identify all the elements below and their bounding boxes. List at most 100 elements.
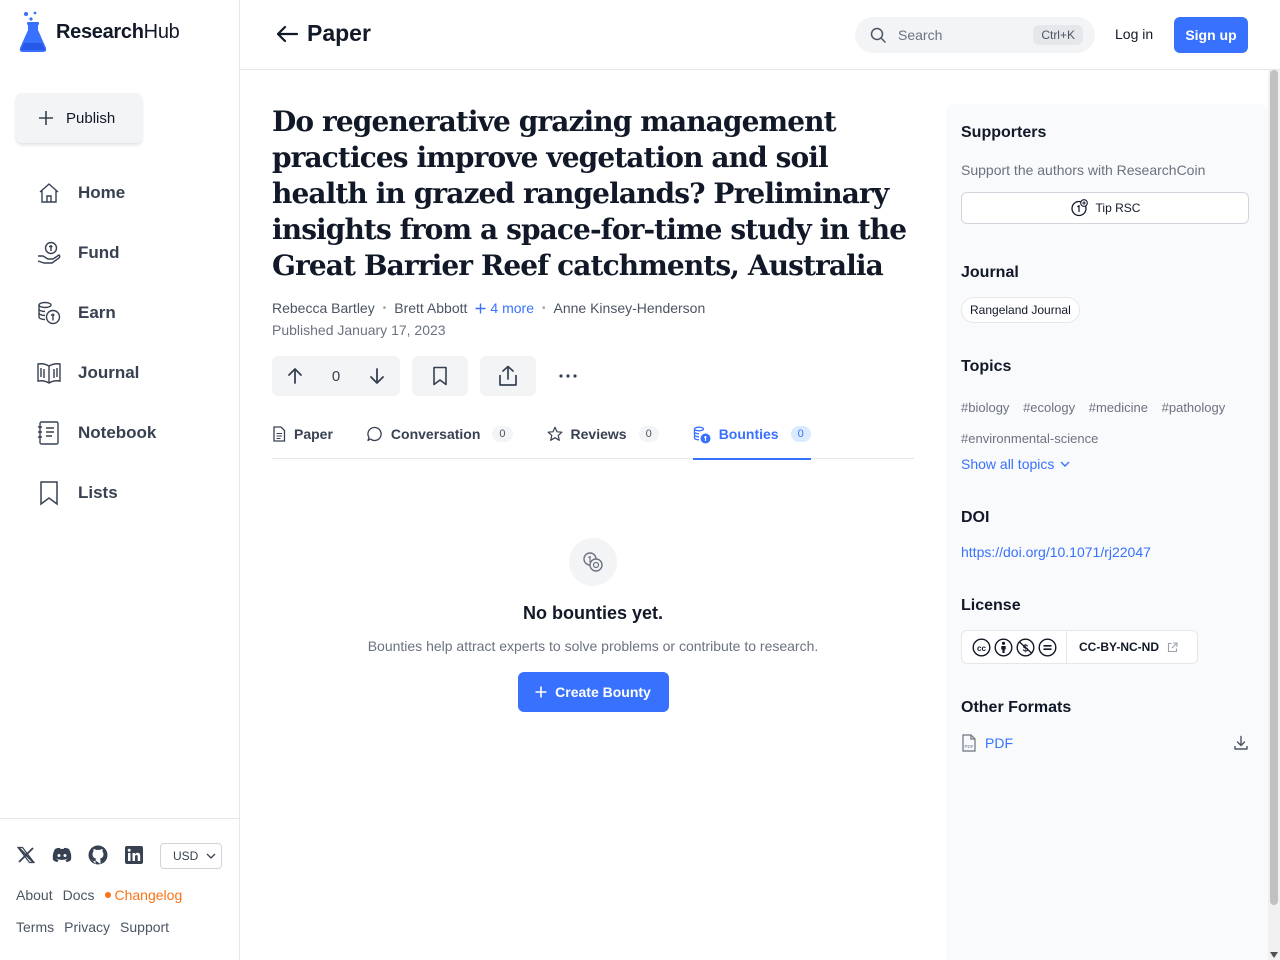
tab-label: Bounties bbox=[718, 426, 779, 442]
empty-description: Bounties help attract experts to solve p… bbox=[367, 638, 819, 654]
separator-dot: • bbox=[382, 302, 387, 314]
scrollbar-thumb[interactable] bbox=[1270, 70, 1278, 905]
pdf-label: PDF bbox=[985, 735, 1013, 751]
publish-button[interactable]: Publish bbox=[16, 93, 142, 143]
author-name[interactable]: Brett Abbott bbox=[394, 300, 467, 316]
logo[interactable]: ResearchHub bbox=[18, 10, 180, 54]
vote-count: 0 bbox=[331, 367, 341, 385]
nav-item-lists[interactable]: Lists bbox=[0, 463, 239, 523]
login-button[interactable]: Log in bbox=[1115, 26, 1153, 42]
topic-tag[interactable]: #biology bbox=[961, 400, 1009, 415]
show-topics-label: Show all topics bbox=[961, 456, 1055, 472]
about-link[interactable]: About bbox=[16, 887, 53, 903]
doi-link[interactable]: https://doi.org/10.1071/rj22047 bbox=[961, 544, 1151, 560]
topic-tag[interactable]: #environmental-science bbox=[961, 431, 1098, 446]
bounty-coins-icon bbox=[693, 426, 711, 444]
create-bounty-button[interactable]: Create Bounty bbox=[517, 672, 669, 712]
search-placeholder: Search bbox=[898, 27, 943, 43]
fund-icon bbox=[36, 240, 62, 266]
document-icon bbox=[272, 426, 286, 442]
svg-text:$: $ bbox=[1022, 643, 1028, 654]
supporters-text: Support the authors with ResearchCoin bbox=[961, 162, 1206, 178]
changelog-link[interactable]: Changelog bbox=[104, 887, 182, 903]
journal-badge[interactable]: Rangeland Journal bbox=[961, 297, 1080, 323]
sidebar-footer: USD About Docs Changelog Terms Privacy S… bbox=[0, 818, 239, 935]
nav-item-notebook[interactable]: Notebook bbox=[0, 403, 239, 463]
topic-tag[interactable]: #ecology bbox=[1023, 400, 1075, 415]
plus-icon bbox=[475, 303, 486, 314]
more-authors-button[interactable]: 4 more bbox=[475, 300, 534, 316]
topic-tag[interactable]: #medicine bbox=[1089, 400, 1148, 415]
nav-item-home[interactable]: Home bbox=[0, 163, 239, 223]
paper-title: Do regenerative grazing management pract… bbox=[272, 105, 907, 282]
nav-label-home: Home bbox=[78, 183, 126, 202]
share-button[interactable] bbox=[480, 356, 536, 396]
page-scrollbar[interactable] bbox=[1268, 70, 1280, 960]
github-icon[interactable] bbox=[88, 845, 108, 865]
nav-item-earn[interactable]: Earn bbox=[0, 283, 239, 343]
tip-rsc-label: Tip RSC bbox=[1095, 201, 1141, 215]
tab-paper[interactable]: Paper bbox=[272, 426, 333, 459]
nav-item-fund[interactable]: Fund bbox=[0, 223, 239, 283]
license-heading: License bbox=[961, 597, 1021, 614]
topic-tag[interactable]: #pathology bbox=[1162, 400, 1226, 415]
tab-conversation[interactable]: Conversation 0 bbox=[367, 426, 513, 459]
nav-label-earn: Earn bbox=[78, 303, 116, 322]
plus-icon bbox=[535, 686, 547, 698]
nav-item-journal[interactable]: Journal bbox=[0, 343, 239, 403]
pdf-link[interactable]: PDF PDF bbox=[961, 734, 1013, 752]
tab-reviews[interactable]: Reviews 0 bbox=[547, 426, 659, 459]
paper-tabs: Paper Conversation 0 Reviews 0 Bounties … bbox=[272, 426, 914, 460]
logo-text: ResearchHub bbox=[56, 20, 180, 43]
arrow-down-icon[interactable] bbox=[368, 367, 386, 385]
publish-label: Publish bbox=[66, 109, 116, 127]
coin-plus-icon bbox=[1070, 199, 1088, 217]
save-bookmark-button[interactable] bbox=[412, 356, 468, 396]
tab-label: Conversation bbox=[390, 426, 481, 442]
terms-link[interactable]: Terms bbox=[16, 919, 54, 935]
author-name[interactable]: Anne Kinsey-Henderson bbox=[554, 300, 706, 316]
privacy-link[interactable]: Privacy bbox=[64, 919, 110, 935]
linkedin-icon[interactable] bbox=[124, 845, 144, 865]
tip-rsc-button[interactable]: Tip RSC bbox=[961, 192, 1249, 224]
show-all-topics-button[interactable]: Show all topics bbox=[961, 456, 1070, 472]
nav-label-lists: Lists bbox=[78, 483, 118, 502]
pdf-download-row[interactable]: PDF PDF bbox=[961, 734, 1249, 752]
x-twitter-icon[interactable] bbox=[16, 845, 36, 865]
search-shortcut: Ctrl+K bbox=[1033, 25, 1083, 45]
currency-select[interactable]: USD bbox=[160, 843, 222, 869]
topic-list: #biology #ecology #medicine #pathology #… bbox=[961, 392, 1249, 454]
speech-bubble-icon bbox=[367, 426, 383, 442]
tab-bounties[interactable]: Bounties 0 bbox=[692, 426, 811, 460]
vote-control: 0 bbox=[272, 356, 400, 396]
create-bounty-label: Create Bounty bbox=[555, 684, 651, 700]
license-badge[interactable]: cc $ CC-BY-NC-ND bbox=[961, 630, 1198, 664]
chevron-down-icon bbox=[206, 853, 216, 859]
star-icon bbox=[547, 426, 563, 442]
support-link[interactable]: Support bbox=[120, 919, 169, 935]
svg-text:cc: cc bbox=[977, 644, 986, 653]
discord-icon[interactable] bbox=[52, 845, 72, 865]
license-icons: cc $ bbox=[962, 631, 1067, 663]
external-link-icon bbox=[1167, 641, 1178, 653]
scroll-down-arrow-icon[interactable] bbox=[1270, 952, 1278, 958]
download-icon[interactable] bbox=[1233, 735, 1249, 751]
license-label: CC-BY-NC-ND bbox=[1079, 640, 1159, 654]
signup-button[interactable]: Sign up bbox=[1174, 17, 1248, 53]
sidebar: ResearchHub Publish Home Fund Earn Journ… bbox=[0, 0, 240, 960]
arrow-up-icon[interactable] bbox=[286, 367, 304, 385]
search-input[interactable]: Search Ctrl+K bbox=[855, 17, 1095, 53]
docs-link[interactable]: Docs bbox=[63, 887, 95, 903]
main-nav: Home Fund Earn Journal Notebook Lists bbox=[0, 163, 239, 523]
search-icon bbox=[870, 27, 886, 43]
footer-links-row-2: Terms Privacy Support bbox=[16, 919, 169, 935]
tab-count: 0 bbox=[790, 426, 811, 442]
back-button[interactable]: Paper bbox=[275, 20, 371, 47]
more-options-button[interactable] bbox=[548, 356, 588, 396]
author-name[interactable]: Rebecca Bartley bbox=[272, 300, 375, 316]
notebook-icon bbox=[36, 420, 62, 446]
by-attribution-icon bbox=[993, 637, 1013, 657]
paper-main: Do regenerative grazing management pract… bbox=[272, 104, 914, 712]
bookmark-icon bbox=[432, 366, 448, 386]
published-date: Published January 17, 2023 bbox=[272, 322, 446, 338]
